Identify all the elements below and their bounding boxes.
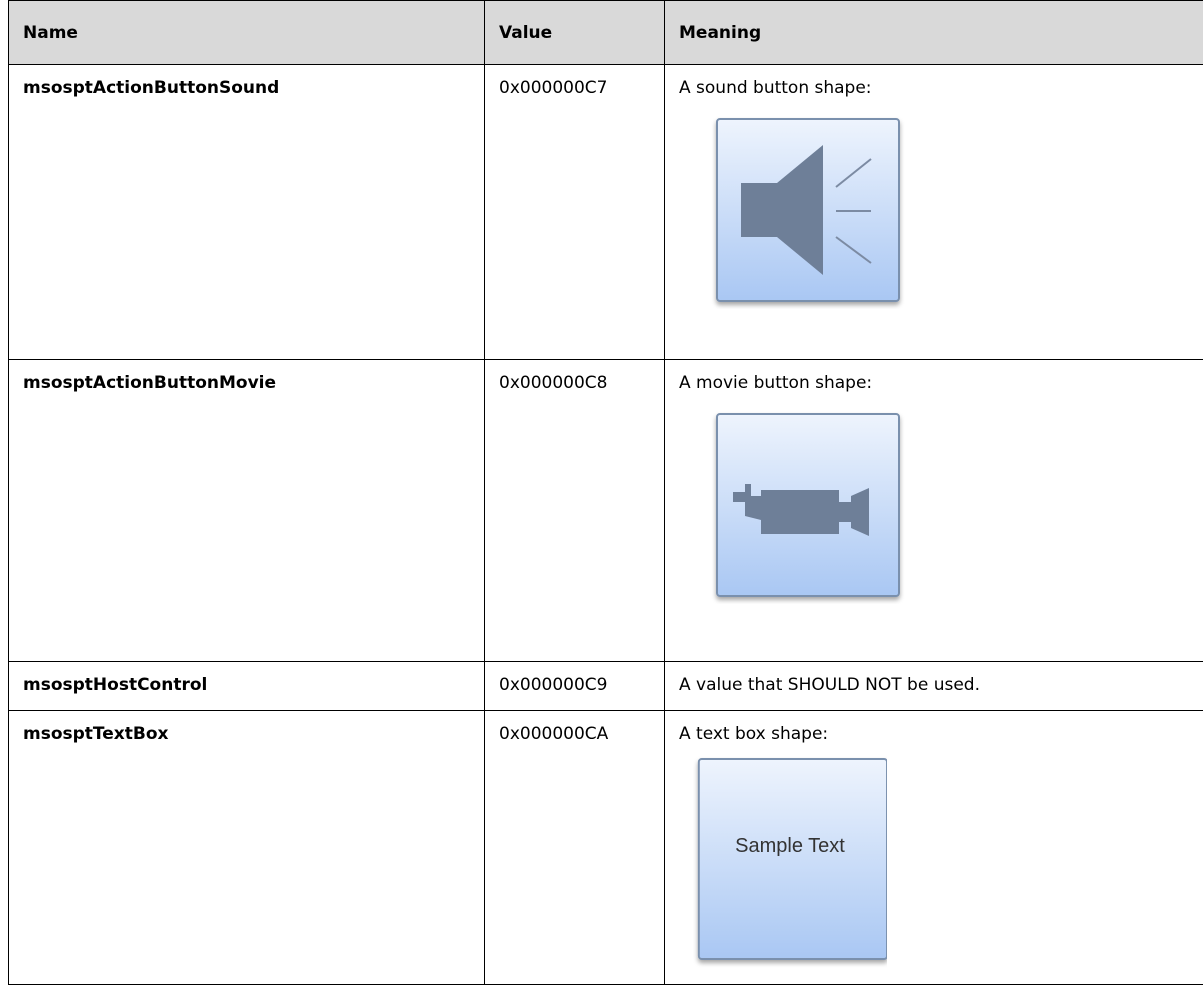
row-meaning-cell: A movie button shape:	[665, 360, 1203, 662]
shape-type-table: Name Value Meaning msosptActionButtonSou…	[8, 0, 1203, 985]
row-meaning: A movie button shape:	[679, 372, 1192, 394]
row-meaning: A text box shape:	[679, 723, 1192, 745]
movie-button-shape	[711, 410, 1192, 604]
header-meaning: Meaning	[665, 1, 1203, 65]
header-value: Value	[485, 1, 665, 65]
row-value: 0x000000C9	[485, 662, 665, 711]
row-meaning-cell: A text box shape:	[665, 711, 1203, 985]
table-row: msosptActionButtonSound 0x000000C7 A sou…	[9, 65, 1203, 360]
table-header-row: Name Value Meaning	[9, 1, 1203, 65]
row-value: 0x000000C8	[485, 360, 665, 662]
row-meaning-cell: A sound button shape:	[665, 65, 1203, 360]
movie-camera-icon	[711, 410, 905, 604]
table-row: msosptHostControl 0x000000C9 A value tha…	[9, 662, 1203, 711]
row-name: msosptHostControl	[9, 662, 485, 711]
table-row: msosptTextBox 0x000000CA A text box shap…	[9, 711, 1203, 985]
row-name: msosptTextBox	[9, 711, 485, 985]
row-name: msosptActionButtonSound	[9, 65, 485, 360]
text-box-shape: Sample Text	[693, 755, 887, 969]
header-name: Name	[9, 1, 485, 65]
row-name: msosptActionButtonMovie	[9, 360, 485, 662]
row-meaning: A value that SHOULD NOT be used.	[665, 662, 1203, 711]
row-value: 0x000000C7	[485, 65, 665, 360]
row-meaning: A sound button shape:	[679, 77, 1192, 99]
sound-button-shape	[711, 115, 1192, 309]
table-row: msosptActionButtonMovie 0x000000C8 A mov…	[9, 360, 1203, 662]
speaker-icon	[711, 115, 905, 309]
sample-text: Sample Text	[693, 835, 887, 857]
row-value: 0x000000CA	[485, 711, 665, 985]
text-box-icon	[693, 755, 887, 969]
